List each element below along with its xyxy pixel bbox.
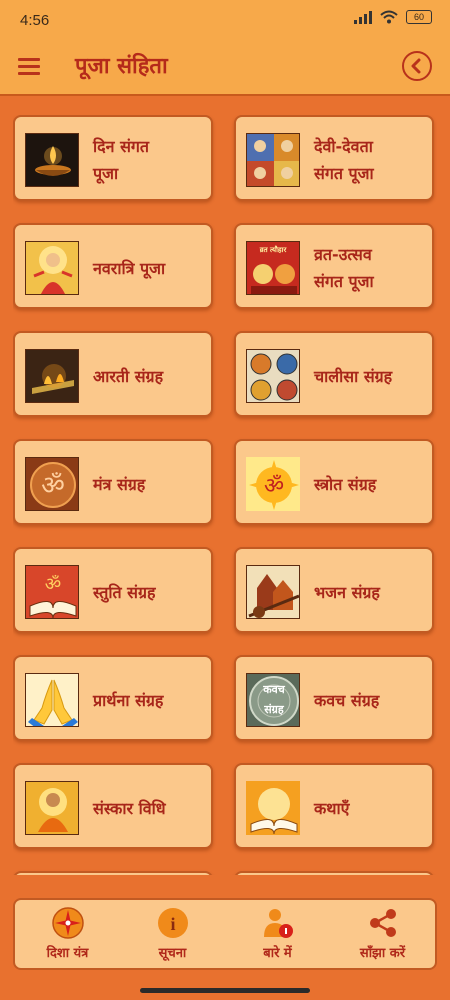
- home-indicator[interactable]: [140, 988, 310, 993]
- diya-lamp-icon: [25, 133, 79, 187]
- page-title: पूजा संहिता: [75, 54, 168, 79]
- card-label: प्रार्थना संग्रह: [93, 690, 164, 710]
- svg-text:ॐ: ॐ: [45, 574, 61, 595]
- info-icon: i: [157, 907, 189, 939]
- card-bhajan-sangrah[interactable]: भजन संग्रह: [234, 547, 434, 633]
- card-devi-devta-puja[interactable]: देवी-देवता संगत पूजा: [234, 115, 434, 201]
- card-label: नवरात्रि पूजा: [93, 258, 166, 278]
- card-label: चालीसा संग्रह: [314, 366, 393, 386]
- glowing-book-icon: [246, 781, 300, 835]
- share-icon: [367, 907, 399, 939]
- card-label: देवी-देवता संगत पूजा: [314, 137, 374, 183]
- status-icons: 60: [354, 10, 432, 24]
- back-button[interactable]: [402, 51, 432, 81]
- chevron-left-icon: [411, 58, 421, 74]
- user-info-icon: [262, 907, 294, 939]
- vrat-book-icon: व्रत त्यौहार: [246, 241, 300, 295]
- card-din-sangat-puja[interactable]: दिन संगत पूजा: [13, 115, 213, 201]
- card-label: कथाएँ: [314, 798, 350, 818]
- compass-icon: [51, 907, 84, 939]
- card-vrat-utsav-puja[interactable]: व्रत त्यौहार व्रत-उत्सव संगत पूजा: [234, 223, 434, 309]
- card-label: मंत्र संग्रह: [93, 474, 146, 494]
- hamburger-menu-icon[interactable]: [18, 58, 40, 76]
- card-aarti-sangrah[interactable]: आरती संग्रह: [13, 331, 213, 417]
- aarti-flame-icon: [25, 349, 79, 403]
- nav-label: बारे में: [263, 946, 292, 961]
- bottom-nav: दिशा यंत्र i सूचना बारे में साँझा करें: [13, 898, 437, 970]
- card-label: दिन संगत पूजा: [93, 137, 150, 183]
- om-sun-icon: ॐ: [246, 457, 300, 511]
- card-kathayen[interactable]: कथाएँ: [234, 763, 434, 849]
- card-mantra-sangrah[interactable]: ॐ मंत्र संग्रह: [13, 439, 213, 525]
- card-kavach-sangrah[interactable]: कवच संग्रह कवच संग्रह: [234, 655, 434, 741]
- deities-icon: [246, 133, 300, 187]
- kavach-icon: कवच संग्रह: [246, 673, 300, 727]
- status-bar: 4:56 60: [0, 0, 450, 40]
- card-label: कवच संग्रह: [314, 690, 380, 710]
- svg-text:ॐ: ॐ: [41, 471, 65, 501]
- nav-suchna[interactable]: i सूचना: [128, 907, 218, 961]
- kavach-caption-top: कवच: [263, 683, 285, 696]
- card-partial-right[interactable]: [234, 871, 434, 875]
- card-prarthana-sangrah[interactable]: प्रार्थना संग्रह: [13, 655, 213, 741]
- om-bronze-icon: ॐ: [25, 457, 79, 511]
- svg-text:ॐ: ॐ: [264, 474, 284, 499]
- card-label: स्त्रोत संग्रह: [314, 474, 377, 494]
- om-book-icon: ॐ: [25, 565, 79, 619]
- card-sanskar-vidhi[interactable]: संस्कार विधि: [13, 763, 213, 849]
- goddess-icon: [25, 241, 79, 295]
- card-chalisa-sangrah[interactable]: चालीसा संग्रह: [234, 331, 434, 417]
- card-strot-sangrah[interactable]: ॐ स्त्रोत संग्रह: [234, 439, 434, 525]
- menu-grid: दिन संगत पूजा देवी-देवता संगत पूजा नवरात…: [13, 115, 437, 875]
- signal-icon: [354, 10, 372, 24]
- temple-veena-icon: [246, 565, 300, 619]
- nav-disha-yantra[interactable]: दिशा यंत्र: [23, 907, 113, 961]
- nav-baare-mein[interactable]: बारे में: [233, 907, 323, 961]
- card-stuti-sangrah[interactable]: ॐ स्तुति संग्रह: [13, 547, 213, 633]
- wifi-icon: [380, 10, 398, 24]
- battery-icon: 60: [406, 10, 432, 24]
- svg-text:i: i: [170, 914, 175, 934]
- nav-share[interactable]: साँझा करें: [338, 907, 428, 961]
- card-label: भजन संग्रह: [314, 582, 380, 602]
- praying-hands-icon: [25, 673, 79, 727]
- card-label: स्तुति संग्रह: [93, 582, 156, 602]
- nav-label: दिशा यंत्र: [46, 946, 89, 961]
- card-navratri-puja[interactable]: नवरात्रि पूजा: [13, 223, 213, 309]
- chalisa-icon: [246, 349, 300, 403]
- sage-icon: [25, 781, 79, 835]
- card-label: संस्कार विधि: [93, 798, 166, 818]
- status-time: 4:56: [20, 12, 50, 29]
- app-bar: पूजा संहिता: [0, 40, 450, 96]
- card-partial-left[interactable]: [13, 871, 213, 875]
- kavach-caption-bottom: संग्रह: [264, 703, 284, 716]
- nav-label: सूचना: [158, 946, 187, 961]
- nav-label: साँझा करें: [359, 946, 406, 961]
- card-label: आरती संग्रह: [93, 366, 164, 386]
- card-label: व्रत-उत्सव संगत पूजा: [314, 245, 374, 291]
